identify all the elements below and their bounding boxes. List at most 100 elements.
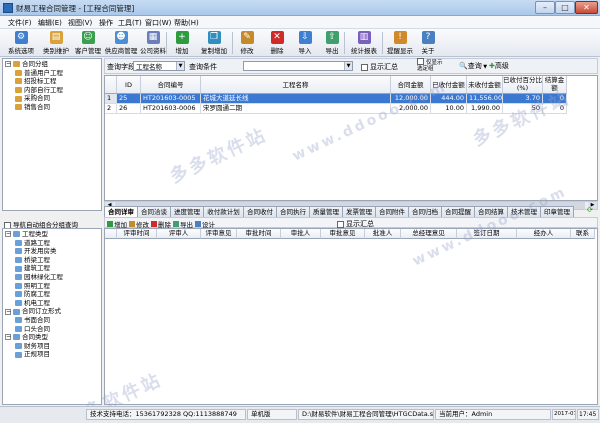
- detail-summary-checkbox[interactable]: [337, 220, 344, 228]
- grid-cell-paid[interactable]: 444.00: [431, 94, 467, 104]
- column-header[interactable]: 未收付金额: [467, 76, 503, 94]
- tree-node[interactable]: − 工程类型: [5, 230, 48, 239]
- tree-node[interactable]: − 合同分组: [5, 60, 48, 69]
- review-column-header[interactable]: 总经理意见: [401, 229, 457, 239]
- category-tree[interactable]: − 工程类型 道路工程 开发用房类 桥梁工程 建筑工程 园林绿化工程 照明工程 防腐工程 机电工程…: [5, 230, 101, 404]
- review-column-header[interactable]: 评审意见: [201, 229, 237, 239]
- tab-12[interactable]: 技术管理: [507, 206, 541, 217]
- toolbar-button-supplier[interactable]: ☻ 供应商管理: [104, 30, 138, 56]
- review-column-header[interactable]: 审批时间: [237, 229, 281, 239]
- collapse-icon[interactable]: −: [5, 308, 11, 315]
- column-header[interactable]: 结算金额: [543, 76, 567, 94]
- column-header[interactable]: 已收付金额: [431, 76, 467, 94]
- tab-8[interactable]: 合同附件: [375, 206, 409, 217]
- tab-3[interactable]: 收付款计划: [203, 206, 244, 217]
- grid-cell-no[interactable]: 2: [105, 104, 117, 114]
- chevron-down-icon[interactable]: ▼: [176, 62, 184, 70]
- grid-cell-amount[interactable]: 2,000.00: [391, 104, 431, 114]
- toolbar-button-edit[interactable]: ✎ 修改: [234, 30, 260, 56]
- show-summary-option[interactable]: 显示汇总: [361, 62, 398, 72]
- contract-grid[interactable]: ID 合同编号 工程名称 合同金额 已收付金额 未收付金额 已收付百分比(%) 结算金额 1 25…: [104, 75, 598, 201]
- review-column-header[interactable]: 审批意见: [321, 229, 365, 239]
- tab-10[interactable]: 合同提醒: [441, 206, 475, 217]
- minimize-button[interactable]: –: [535, 1, 555, 14]
- column-header[interactable]: 工程名称: [201, 76, 391, 94]
- toolbar-button-users[interactable]: ☺ 客户管理: [72, 30, 104, 56]
- toolbar-button-copy-add[interactable]: ❐ 复制增加: [196, 30, 232, 56]
- review-column-header[interactable]: 签订日期: [457, 229, 517, 239]
- menu-tools[interactable]: 工具(T): [118, 18, 142, 28]
- review-column-header[interactable]: [105, 229, 117, 239]
- tab-5[interactable]: 合同执行: [276, 206, 310, 217]
- grid-cell-pct[interactable]: 3.70: [503, 94, 543, 104]
- review-column-header[interactable]: 批准人: [365, 229, 401, 239]
- search-button[interactable]: 🔍查询 ▼: [457, 61, 489, 71]
- review-grid[interactable]: 评审时间 评审人 评审意见 审批时间 审批人 审批意见 批准人 总经理意见 签订日期 经办人 联系: [104, 228, 598, 405]
- menu-view[interactable]: 视图(V): [68, 18, 92, 28]
- tab-1[interactable]: 合同洽谈: [137, 206, 171, 217]
- column-header[interactable]: 已收付百分比(%): [503, 76, 543, 94]
- tab-6[interactable]: 质量管理: [309, 206, 343, 217]
- toolbar-button-report[interactable]: ▥ 统计报表: [346, 30, 382, 56]
- menu-window[interactable]: 窗口(W): [145, 18, 171, 28]
- grid-cell-amount[interactable]: 12,000.00: [391, 94, 431, 104]
- tree-node[interactable]: − 合同类型: [5, 333, 48, 342]
- only-selected-option[interactable]: 仅显示 选定组: [417, 57, 443, 72]
- grid-cell-settle[interactable]: 0: [543, 94, 567, 104]
- collapse-icon[interactable]: −: [5, 231, 11, 238]
- grid-cell-id[interactable]: 26: [117, 104, 141, 114]
- collapse-icon[interactable]: −: [5, 61, 11, 68]
- tab-2[interactable]: 进度管理: [170, 206, 204, 217]
- toolbar-button-reminder[interactable]: ! 提醒显示: [384, 30, 416, 56]
- tab-9[interactable]: 合同归档: [408, 206, 442, 217]
- review-column-header[interactable]: 评审时间: [117, 229, 157, 239]
- column-header[interactable]: 合同金额: [391, 76, 431, 94]
- tree-node[interactable]: 开发用房类: [15, 247, 57, 256]
- tree-node[interactable]: 采购合同: [15, 94, 50, 103]
- review-column-header[interactable]: 联系: [571, 229, 595, 239]
- tree-node[interactable]: 招投标工程: [15, 77, 57, 86]
- grid-cell-code[interactable]: HT201603-0006: [141, 104, 201, 114]
- tree-node[interactable]: 销售合同: [15, 103, 50, 112]
- menu-help[interactable]: 帮助(H): [174, 18, 199, 28]
- chevron-down-icon[interactable]: ▼: [344, 62, 352, 70]
- maximize-button[interactable]: □: [555, 1, 575, 14]
- tree-node[interactable]: 园林绿化工程: [15, 273, 63, 282]
- column-header[interactable]: ID: [117, 76, 141, 94]
- review-column-header[interactable]: 经办人: [517, 229, 571, 239]
- toolbar-button-delete[interactable]: ✕ 删除: [264, 30, 290, 56]
- toolbar-button-about[interactable]: ? 关于: [418, 30, 438, 56]
- tree-node[interactable]: 书面合同: [15, 316, 50, 325]
- grid-cell-name[interactable]: 花城大道延长线: [201, 94, 391, 104]
- contract-group-tree[interactable]: − 合同分组 普通用户工程 招投标工程 内部自行工程 采购合同 销售合同: [5, 60, 101, 210]
- grid-cell-unpaid[interactable]: 11,556.00: [467, 94, 503, 104]
- toolbar-button-add[interactable]: + 增加: [168, 30, 196, 56]
- toolbar-button-gear[interactable]: ⚙ 系统选项: [4, 30, 38, 56]
- tree-node[interactable]: 防腐工程: [15, 290, 50, 299]
- toolbar-button-company[interactable]: ▦ 公司资料: [138, 30, 168, 56]
- menu-operate[interactable]: 操作: [99, 18, 113, 28]
- tab-11[interactable]: 合同结算: [474, 206, 508, 217]
- tree-node[interactable]: − 合同订立形式: [5, 307, 61, 316]
- column-header[interactable]: [105, 76, 117, 94]
- grid-cell-pct[interactable]: 50: [503, 104, 543, 114]
- grid-cell-id[interactable]: 25: [117, 94, 141, 104]
- grid-cell-paid[interactable]: 10.00: [431, 104, 467, 114]
- grid-cell-code[interactable]: HT201603-0005: [141, 94, 201, 104]
- refresh-icon[interactable]: ⟳: [584, 206, 596, 217]
- grid-cell-unpaid[interactable]: 1,990.00: [467, 104, 503, 114]
- toolbar-button-folder[interactable]: ▤ 类别维护: [40, 30, 72, 56]
- toolbar-button-import[interactable]: ⇩ 导入: [292, 30, 318, 56]
- tree-node[interactable]: 建筑工程: [15, 264, 50, 273]
- only-selected-checkbox[interactable]: [417, 57, 424, 65]
- grid-cell-settle[interactable]: 0: [543, 104, 567, 114]
- advanced-button[interactable]: ✚高级: [489, 61, 509, 71]
- tree-node[interactable]: 正规项目: [15, 350, 50, 359]
- tab-4[interactable]: 合同收付: [243, 206, 277, 217]
- menu-file[interactable]: 文件(F): [8, 18, 32, 28]
- grid-cell-no[interactable]: 1: [105, 94, 117, 104]
- close-button[interactable]: ✕: [575, 1, 598, 14]
- query-condition-input[interactable]: [243, 61, 353, 71]
- show-summary-checkbox[interactable]: [361, 63, 368, 71]
- review-column-header[interactable]: 审批人: [281, 229, 321, 239]
